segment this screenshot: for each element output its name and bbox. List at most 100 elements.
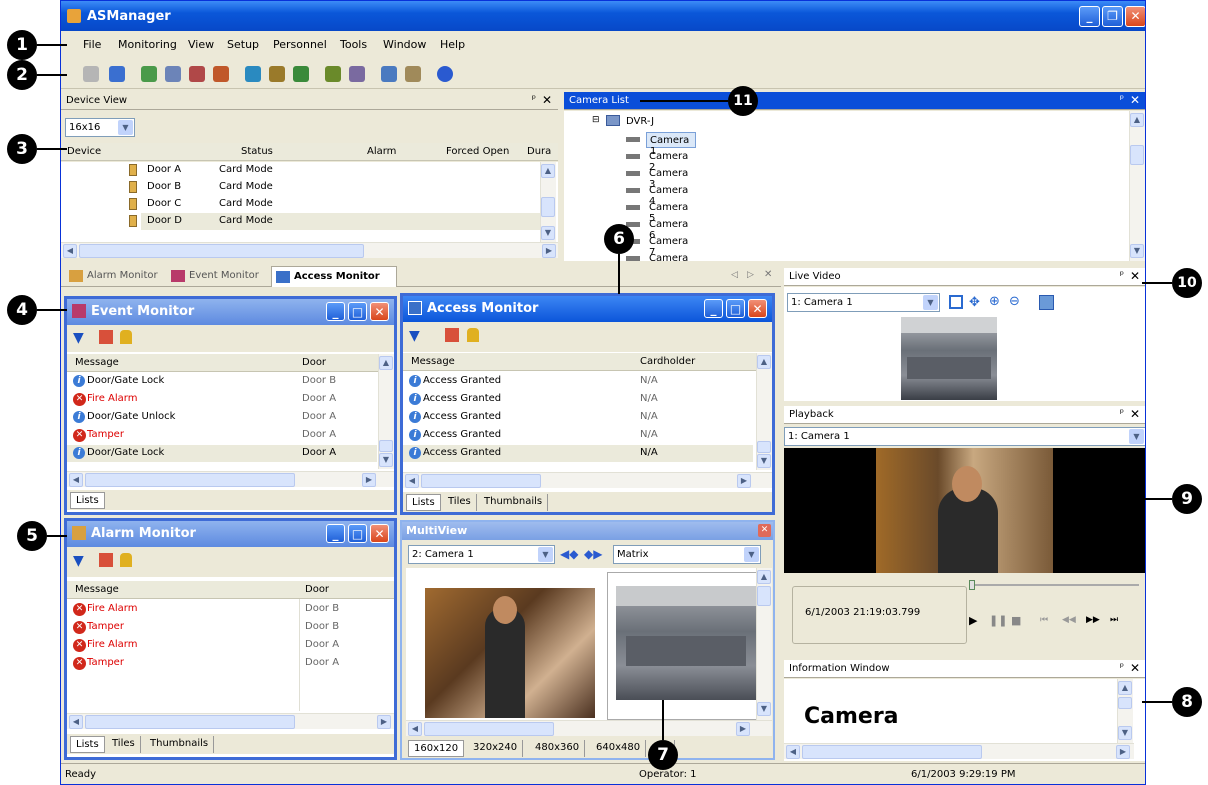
- scroll-up-icon[interactable]: ▲: [1130, 113, 1144, 127]
- help-icon[interactable]: [437, 66, 453, 82]
- menu-monitoring[interactable]: Monitoring: [118, 38, 177, 51]
- close-icon[interactable]: ✕: [1130, 93, 1140, 107]
- size-320x240[interactable]: 320x240: [468, 740, 524, 757]
- col-door[interactable]: Door: [302, 357, 326, 368]
- chevron-down-icon[interactable]: ▼: [538, 547, 553, 562]
- col-door[interactable]: Door: [305, 584, 329, 595]
- list-item[interactable]: i Access Granted N/A: [403, 391, 753, 408]
- size-160x120[interactable]: 160x120: [408, 740, 465, 757]
- scrollbar-horizontal[interactable]: ◀ ▶: [67, 713, 394, 729]
- scroll-thumb[interactable]: [1130, 145, 1144, 165]
- move-icon[interactable]: ✥: [969, 295, 980, 310]
- card-icon[interactable]: [349, 66, 365, 82]
- menu-help[interactable]: Help: [440, 38, 465, 51]
- logoff-icon[interactable]: [83, 66, 99, 82]
- list-item[interactable]: i Door/Gate Unlock Door A: [67, 409, 377, 426]
- scroll-thumb[interactable]: [802, 745, 982, 759]
- scroll-thumb[interactable]: [1118, 697, 1132, 709]
- skip-start-icon[interactable]: ⏮: [1040, 615, 1048, 625]
- scroll-down-icon[interactable]: ▼: [379, 453, 393, 467]
- list-item[interactable]: ✕ Fire Alarm Door A: [67, 391, 377, 408]
- tree-item-camera-5[interactable]: Camera 5: [626, 200, 696, 224]
- scroll-left-icon[interactable]: ◀: [405, 474, 419, 488]
- rewind-icon[interactable]: ◀◀: [1062, 615, 1076, 625]
- chevron-down-icon[interactable]: ▼: [1129, 429, 1144, 444]
- tab-close-icon[interactable]: ✕: [764, 269, 772, 280]
- camera-tile-1[interactable]: [425, 588, 595, 718]
- options-icon[interactable]: [99, 553, 113, 567]
- list-item[interactable]: i Access Granted N/A: [403, 409, 753, 426]
- fullscreen-icon[interactable]: [949, 295, 963, 309]
- chevron-down-icon[interactable]: ▼: [744, 547, 759, 562]
- skip-end-icon[interactable]: ⏭: [1110, 615, 1118, 625]
- user-icon[interactable]: [325, 66, 341, 82]
- lock-icon[interactable]: [120, 330, 132, 344]
- scrollbar-vertical[interactable]: ▲ ▼: [540, 162, 556, 242]
- collapse-icon[interactable]: ⊟: [592, 115, 600, 125]
- door-icon[interactable]: [213, 66, 229, 82]
- scroll-right-icon[interactable]: ▶: [377, 715, 391, 729]
- table-row[interactable]: Door A Card Mode: [61, 162, 541, 179]
- tab-lists[interactable]: Lists: [70, 492, 105, 509]
- tab-thumbnails[interactable]: Thumbnails: [145, 736, 215, 753]
- list-item[interactable]: ✕ Tamper Door A: [67, 427, 377, 444]
- tree-item-camera-8[interactable]: Camera 8: [626, 251, 696, 261]
- scroll-left-icon[interactable]: ◀: [69, 473, 83, 487]
- event-icon[interactable]: [189, 66, 205, 82]
- tab-tiles[interactable]: Tiles: [443, 494, 477, 511]
- scroll-thumb[interactable]: [424, 722, 554, 736]
- snapshot-icon[interactable]: [1039, 295, 1054, 310]
- scroll-thumb[interactable]: [85, 473, 295, 487]
- stop-icon[interactable]: ■: [1011, 614, 1021, 627]
- col-message[interactable]: Message: [411, 356, 455, 367]
- scroll-thumb[interactable]: [421, 474, 541, 488]
- scroll-up-icon[interactable]: ▲: [1118, 681, 1132, 695]
- play-icon[interactable]: ▶: [969, 614, 977, 627]
- schedule-icon[interactable]: [245, 66, 261, 82]
- scrollbar-horizontal[interactable]: ◀ ▶: [784, 743, 1134, 759]
- scroll-down-icon[interactable]: ▼: [1118, 726, 1132, 740]
- scroll-thumb[interactable]: [757, 586, 771, 606]
- table-row-selected[interactable]: Door D Card Mode: [129, 213, 541, 230]
- list-item[interactable]: i Access Granted N/A: [403, 427, 753, 444]
- tab-scroll-right-icon[interactable]: ▷: [747, 270, 754, 280]
- tab-thumbnails[interactable]: Thumbnails: [479, 494, 549, 511]
- filter-icon[interactable]: ▼: [73, 330, 84, 346]
- scroll-up-icon[interactable]: ▲: [757, 355, 771, 369]
- pin-icon[interactable]: ᵖ: [532, 94, 536, 105]
- multiview-camera-select[interactable]: 2: Camera 1 ▼: [408, 545, 555, 564]
- chevron-down-icon[interactable]: ▼: [923, 295, 938, 310]
- col-cardholder[interactable]: Cardholder: [640, 356, 695, 367]
- live-video-feed[interactable]: [901, 317, 997, 400]
- restore-button[interactable]: ❐: [1102, 6, 1123, 27]
- playback-camera-select[interactable]: 1: Camera 1 ▼: [784, 427, 1145, 446]
- size-select[interactable]: 16x16 ▼: [65, 118, 135, 137]
- scroll-left-icon[interactable]: ◀: [408, 722, 422, 736]
- scrollbar-horizontal[interactable]: ◀ ▶: [406, 720, 772, 736]
- minimize-button[interactable]: _: [326, 302, 345, 321]
- col-status[interactable]: Status: [241, 146, 273, 157]
- tree-item-camera-2[interactable]: Camera 2: [626, 149, 696, 173]
- prev-camera-icon[interactable]: ◀◆: [560, 547, 578, 561]
- list-item[interactable]: ✕ Tamper Door A: [67, 655, 377, 672]
- scrollbar-vertical[interactable]: ▲ ▼: [378, 354, 394, 469]
- scrollbar-vertical[interactable]: ▲ ▼: [1129, 111, 1145, 261]
- list-item[interactable]: ✕ Fire Alarm Door B: [67, 601, 377, 618]
- zoom-out-icon[interactable]: ⊖: [1009, 294, 1020, 309]
- list-item[interactable]: i Access Granted N/A: [403, 373, 753, 390]
- report-icon[interactable]: [293, 66, 309, 82]
- scroll-thumb[interactable]: [379, 440, 393, 452]
- filter-icon[interactable]: ▼: [409, 328, 420, 344]
- minimize-button[interactable]: _: [704, 299, 723, 318]
- tree-item-camera-7[interactable]: Camera 7: [626, 234, 696, 258]
- scrollbar-horizontal[interactable]: ◀ ▶: [67, 471, 394, 487]
- live-camera-select[interactable]: 1: Camera 1 ▼: [787, 293, 940, 312]
- scroll-thumb[interactable]: [79, 244, 364, 258]
- col-message[interactable]: Message: [75, 584, 119, 595]
- tab-lists[interactable]: Lists: [70, 736, 105, 753]
- scroll-up-icon[interactable]: ▲: [541, 164, 555, 178]
- scrollbar-vertical[interactable]: ▲ ▼: [756, 353, 772, 470]
- scroll-up-icon[interactable]: ▲: [757, 570, 771, 584]
- scroll-right-icon[interactable]: ▶: [362, 473, 376, 487]
- playback-seek-track[interactable]: [969, 584, 1139, 586]
